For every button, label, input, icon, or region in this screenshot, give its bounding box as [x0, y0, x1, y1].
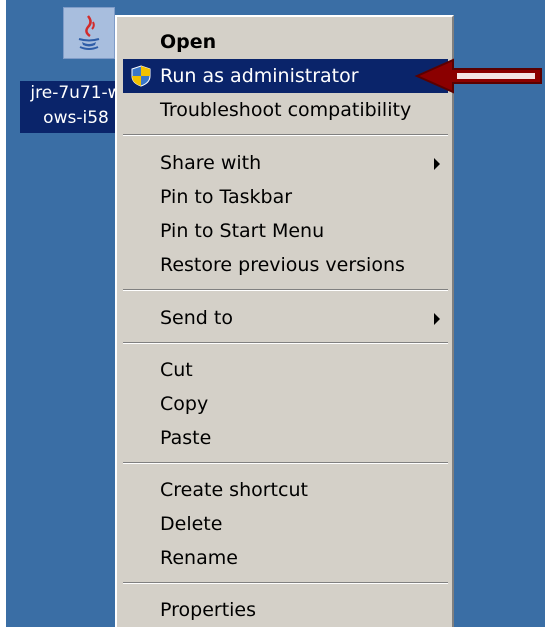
menu-item-create-shortcut[interactable]: Create shortcut — [123, 473, 448, 507]
menu-item-delete[interactable]: Delete — [123, 507, 448, 541]
submenu-arrow-icon — [434, 313, 440, 325]
red-pointer-arrow-icon — [414, 58, 542, 94]
submenu-arrow-icon — [434, 158, 440, 170]
menu-item-run-as-administrator[interactable]: Run as administrator — [123, 59, 448, 93]
menu-item-open[interactable]: Open — [123, 25, 448, 59]
menu-item-properties[interactable]: Properties — [123, 593, 448, 627]
menu-item-cut[interactable]: Cut — [123, 353, 448, 387]
menu-separator — [123, 289, 448, 291]
java-installer-icon[interactable] — [63, 7, 115, 59]
menu-separator — [123, 342, 448, 344]
menu-separator — [123, 462, 448, 464]
menu-separator — [123, 134, 448, 136]
context-menu: Open Run as administrator Troubleshoot c… — [115, 15, 454, 627]
menu-item-label: Share with — [160, 152, 262, 174]
menu-item-label: Run as administrator — [160, 65, 359, 87]
menu-item-troubleshoot-compatibility[interactable]: Troubleshoot compatibility — [123, 93, 448, 127]
menu-item-send-to[interactable]: Send to — [123, 301, 448, 335]
menu-item-rename[interactable]: Rename — [123, 541, 448, 575]
menu-item-label: Send to — [160, 307, 233, 329]
menu-item-share-with[interactable]: Share with — [123, 146, 448, 180]
menu-item-copy[interactable]: Copy — [123, 387, 448, 421]
menu-separator — [123, 582, 448, 584]
menu-item-pin-to-start-menu[interactable]: Pin to Start Menu — [123, 214, 448, 248]
menu-item-pin-to-taskbar[interactable]: Pin to Taskbar — [123, 180, 448, 214]
menu-item-restore-previous-versions[interactable]: Restore previous versions — [123, 248, 448, 282]
menu-item-paste[interactable]: Paste — [123, 421, 448, 455]
uac-shield-icon — [131, 65, 151, 87]
